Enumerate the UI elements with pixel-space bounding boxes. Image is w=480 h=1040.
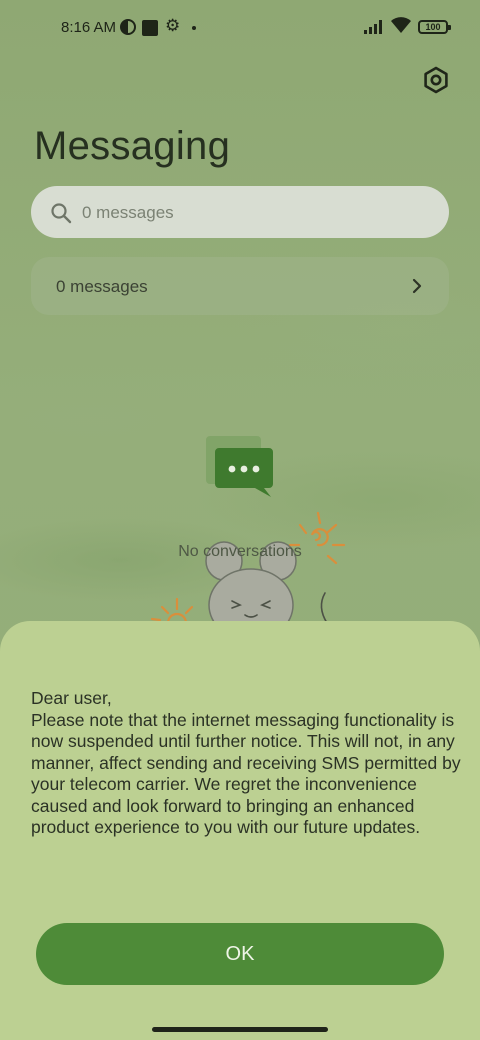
notice-body: Please note that the internet messaging … bbox=[31, 709, 461, 838]
wifi-icon bbox=[391, 17, 411, 33]
home-indicator[interactable] bbox=[152, 1027, 328, 1032]
notification-square-icon bbox=[142, 20, 158, 36]
chevron-right-icon bbox=[412, 278, 422, 294]
signal-icon bbox=[364, 20, 382, 34]
hexagon-settings-icon[interactable] bbox=[420, 64, 452, 96]
ok-button[interactable]: OK bbox=[36, 923, 444, 985]
status-bar: 8:16 AM ⚙ 100 bbox=[0, 0, 480, 56]
data-saver-icon bbox=[120, 19, 136, 35]
battery-icon: 100 bbox=[418, 20, 451, 34]
status-time: 8:16 AM bbox=[61, 19, 117, 36]
empty-state-text: No conversations bbox=[178, 543, 302, 560]
dot-icon bbox=[192, 26, 196, 30]
mouse-illustration bbox=[150, 511, 346, 635]
page-title: Messaging bbox=[34, 124, 231, 168]
notice-message: Dear user, Please note that the internet… bbox=[31, 688, 461, 839]
chat-bubble-icon bbox=[206, 436, 273, 497]
notice-greeting: Dear user, bbox=[31, 688, 112, 708]
search-icon bbox=[51, 203, 72, 224]
messages-row-label: 0 messages bbox=[56, 277, 148, 296]
search-placeholder[interactable]: 0 messages bbox=[82, 203, 174, 223]
settings-gear-icon: ⚙ bbox=[165, 16, 181, 35]
